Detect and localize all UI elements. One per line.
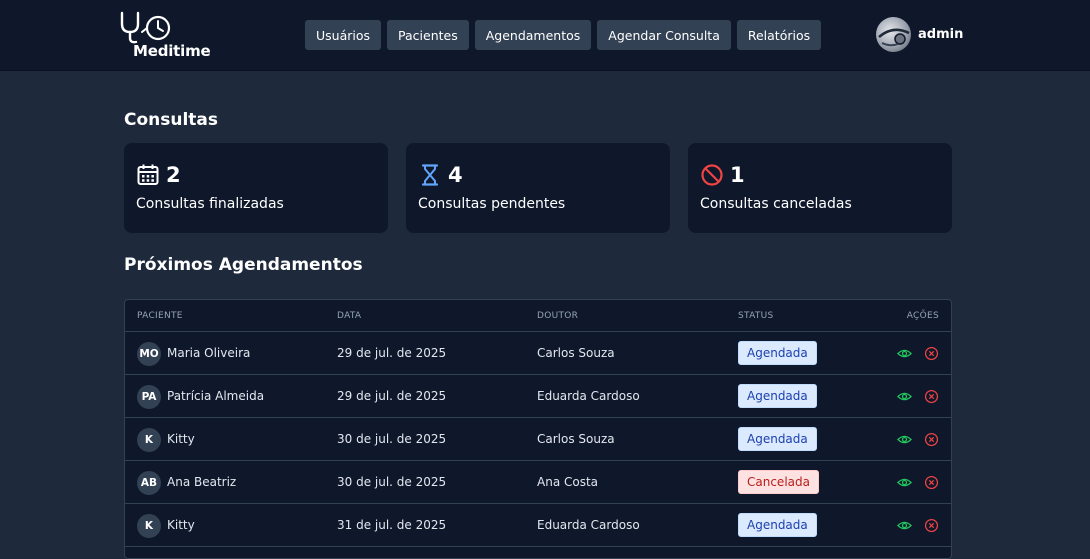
calendar-icon bbox=[137, 164, 159, 185]
pending-label: Consultas pendentes bbox=[418, 196, 566, 212]
brand-name: Meditime bbox=[133, 42, 211, 60]
avatar[interactable] bbox=[876, 17, 911, 52]
patient-initials: K bbox=[137, 514, 161, 538]
cancel-circle-icon[interactable] bbox=[924, 389, 939, 404]
column-header-acoes: Ações bbox=[906, 311, 939, 321]
patient-initials: AB bbox=[137, 471, 161, 495]
status-badge: Cancelada bbox=[738, 470, 819, 494]
status-badge: Agendada bbox=[738, 341, 817, 365]
status-badge: Agendada bbox=[738, 384, 817, 408]
doctor-name: Ana Costa bbox=[537, 475, 599, 489]
appointment-date: 30 de jul. de 2025 bbox=[337, 432, 447, 446]
nav-agendamentos-button[interactable]: Agendamentos bbox=[474, 20, 592, 50]
user-menu[interactable]: admin bbox=[876, 17, 963, 52]
doctor-name: Eduarda Cardoso bbox=[537, 518, 640, 532]
hourglass-icon bbox=[421, 164, 439, 186]
appointments-title: Próximos Agendamentos bbox=[124, 255, 363, 275]
top-navbar: Meditime Usuários Pacientes Agendamentos… bbox=[0, 0, 1090, 71]
cancelled-label: Consultas canceladas bbox=[700, 196, 852, 212]
nav-relatorios-button[interactable]: Relatórios bbox=[736, 20, 822, 50]
patient-name: Patrícia Almeida bbox=[167, 389, 265, 403]
brand-logo[interactable]: Meditime bbox=[118, 10, 211, 62]
column-header-data: Data bbox=[337, 311, 362, 321]
cancelled-count: 1 bbox=[730, 163, 745, 187]
cancel-circle-icon[interactable] bbox=[924, 518, 939, 533]
table-row: PA Patrícia Almeida 29 de jul. de 2025 E… bbox=[125, 375, 951, 418]
appointment-date: 29 de jul. de 2025 bbox=[337, 346, 447, 360]
status-badge: Agendada bbox=[738, 427, 817, 451]
appointment-date: 29 de jul. de 2025 bbox=[337, 389, 447, 403]
doctor-name: Carlos Souza bbox=[537, 432, 615, 446]
cancel-circle-icon[interactable] bbox=[924, 475, 939, 490]
summary-title: Consultas bbox=[124, 110, 219, 130]
column-header-doutor: Doutor bbox=[537, 311, 579, 321]
pending-count: 4 bbox=[448, 163, 463, 187]
patient-name: Kitty bbox=[167, 518, 195, 532]
summary-card-cancelled: 1 Consultas canceladas bbox=[688, 143, 952, 233]
column-header-paciente: Paciente bbox=[137, 311, 183, 321]
doctor-name: Eduarda Cardoso bbox=[537, 389, 640, 403]
eye-icon[interactable] bbox=[897, 389, 912, 404]
username: admin bbox=[918, 27, 964, 42]
table-header: Paciente Data Doutor Status Ações bbox=[125, 300, 951, 332]
status-badge: Agendada bbox=[738, 513, 817, 537]
eye-icon[interactable] bbox=[897, 518, 912, 533]
patient-name: Ana Beatriz bbox=[167, 475, 237, 489]
patient-name: Kitty bbox=[167, 432, 195, 446]
table-row: K Kitty 31 de jul. de 2025 Eduarda Cardo… bbox=[125, 504, 951, 547]
cancel-circle-icon[interactable] bbox=[924, 346, 939, 361]
stethoscope-clock-icon bbox=[120, 11, 171, 44]
finalized-label: Consultas finalizadas bbox=[136, 196, 284, 212]
eye-icon[interactable] bbox=[897, 475, 912, 490]
main-nav: Usuários Pacientes Agendamentos Agendar … bbox=[305, 20, 822, 50]
summary-card-finalized: 2 Consultas finalizadas bbox=[124, 143, 388, 233]
patient-name: Maria Oliveira bbox=[167, 346, 251, 360]
ban-icon bbox=[701, 164, 723, 186]
table-row: MO Maria Oliveira 29 de jul. de 2025 Car… bbox=[125, 332, 951, 375]
column-header-status: Status bbox=[738, 311, 774, 321]
patient-initials: K bbox=[137, 428, 161, 452]
appointments-table: Paciente Data Doutor Status Ações MO Mar… bbox=[124, 299, 952, 559]
table-row: AB Ana Beatriz 30 de jul. de 2025 Ana Co… bbox=[125, 461, 951, 504]
table-row: K Kitty 30 de jul. de 2025 Carlos Souza … bbox=[125, 418, 951, 461]
patient-initials: PA bbox=[137, 385, 161, 409]
doctor-name: Carlos Souza bbox=[537, 346, 615, 360]
nav-usuarios-button[interactable]: Usuários bbox=[305, 20, 382, 50]
cancel-circle-icon[interactable] bbox=[924, 432, 939, 447]
eye-icon[interactable] bbox=[897, 432, 912, 447]
patient-initials: MO bbox=[137, 342, 161, 366]
nav-agendar-consulta-button[interactable]: Agendar Consulta bbox=[597, 20, 731, 50]
appointment-date: 30 de jul. de 2025 bbox=[337, 475, 447, 489]
summary-card-pending: 4 Consultas pendentes bbox=[406, 143, 670, 233]
finalized-count: 2 bbox=[166, 163, 181, 187]
eye-icon[interactable] bbox=[897, 346, 912, 361]
appointment-date: 31 de jul. de 2025 bbox=[337, 518, 447, 532]
nav-pacientes-button[interactable]: Pacientes bbox=[387, 20, 469, 50]
